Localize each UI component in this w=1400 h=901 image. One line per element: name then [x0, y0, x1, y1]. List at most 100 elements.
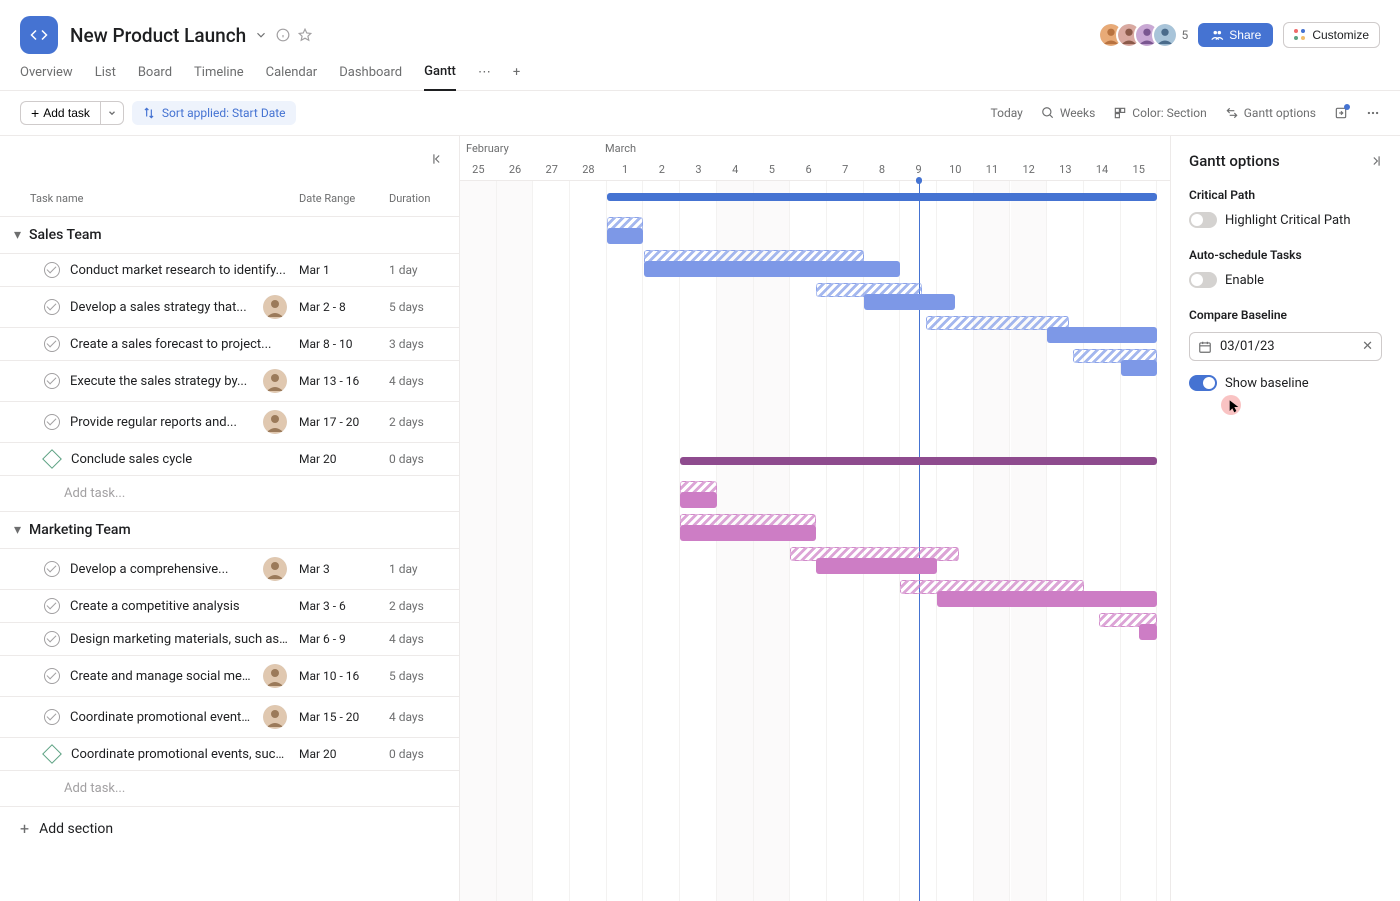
customize-label: Customize [1312, 28, 1369, 42]
task-row[interactable]: Create a competitive analysisMar 3 - 62 … [0, 590, 459, 623]
complete-check-icon[interactable] [44, 709, 60, 725]
task-row[interactable]: Create a sales forecast to project...Mar… [0, 328, 459, 361]
task-name: Conduct market research to identify... [70, 263, 299, 278]
add-task-inline[interactable]: Add task... [0, 476, 459, 512]
task-date-range: Mar 10 - 16 [299, 669, 389, 683]
tab-more-icon[interactable]: ⋯ [478, 65, 491, 90]
gantt-bar[interactable] [1047, 327, 1157, 343]
section-header[interactable]: ▾Sales Team [0, 217, 459, 254]
tab-gantt[interactable]: Gantt [424, 64, 456, 91]
sort-indicator[interactable]: Sort applied: Start Date [132, 101, 296, 125]
info-icon[interactable] [276, 28, 290, 42]
complete-check-icon[interactable] [44, 414, 60, 430]
task-duration: 0 days [389, 747, 459, 761]
complete-check-icon[interactable] [44, 668, 60, 684]
day-label: 4 [717, 163, 754, 176]
gantt-bar[interactable] [644, 261, 901, 277]
task-row[interactable]: Conduct market research to identify...Ma… [0, 254, 459, 287]
share-button[interactable]: Share [1198, 23, 1273, 47]
gantt-bar[interactable] [680, 492, 717, 508]
tab-board[interactable]: Board [138, 65, 172, 90]
add-task-button[interactable]: + Add task [20, 101, 100, 125]
day-label: 5 [754, 163, 791, 176]
task-date-range: Mar 8 - 10 [299, 337, 389, 351]
show-baseline-toggle[interactable] [1189, 375, 1217, 391]
tab-timeline[interactable]: Timeline [194, 65, 244, 90]
task-duration: 1 day [389, 562, 459, 576]
section-summary-bar[interactable] [680, 457, 1157, 465]
complete-check-icon[interactable] [44, 336, 60, 352]
task-row[interactable]: Coordinate promotional events,... Mar 15 … [0, 697, 459, 738]
complete-check-icon[interactable] [44, 373, 60, 389]
complete-check-icon[interactable] [44, 561, 60, 577]
tab-list[interactable]: List [95, 65, 116, 90]
task-name: Create a sales forecast to project... [70, 337, 299, 352]
task-name: Develop a sales strategy that... [70, 300, 263, 315]
section-header[interactable]: ▾Marketing Team [0, 512, 459, 549]
star-icon[interactable] [298, 28, 312, 42]
clear-date-icon[interactable]: ✕ [1362, 339, 1373, 354]
zoom-label: Weeks [1060, 106, 1095, 120]
complete-check-icon[interactable] [44, 598, 60, 614]
add-section-label: Add section [39, 821, 113, 837]
gantt-bar[interactable] [816, 558, 937, 574]
gantt-options-button[interactable]: Gantt options [1225, 106, 1316, 120]
auto-schedule-toggle[interactable] [1189, 272, 1217, 288]
milestone-icon[interactable] [42, 744, 62, 764]
assignee-avatar[interactable] [263, 369, 287, 393]
task-name: Conclude sales cycle [71, 452, 299, 467]
collapse-sidebar-icon[interactable] [0, 136, 459, 181]
tab-add-icon[interactable]: + [513, 65, 520, 90]
assignee-avatar[interactable] [263, 295, 287, 319]
assignee-avatar[interactable] [263, 410, 287, 434]
zoom-weeks[interactable]: Weeks [1041, 106, 1095, 120]
task-date-range: Mar 17 - 20 [299, 415, 389, 429]
add-task-inline[interactable]: Add task... [0, 771, 459, 807]
gantt-bar[interactable] [1139, 624, 1157, 640]
section-summary-bar[interactable] [607, 193, 1158, 201]
complete-check-icon[interactable] [44, 299, 60, 315]
baseline-date-picker[interactable]: 03/01/23 ✕ [1189, 332, 1382, 361]
critical-path-toggle[interactable] [1189, 212, 1217, 228]
assignee-avatar[interactable] [263, 664, 287, 688]
task-row[interactable]: Provide regular reports and...Mar 17 - 2… [0, 402, 459, 443]
tab-dashboard[interactable]: Dashboard [339, 65, 402, 90]
gantt-bar[interactable] [864, 294, 956, 310]
complete-check-icon[interactable] [44, 631, 60, 647]
milestone-icon[interactable] [42, 449, 62, 469]
gantt-bar[interactable] [937, 591, 1157, 607]
gantt-bar[interactable] [607, 228, 644, 244]
task-name: Coordinate promotional events,... [70, 710, 263, 725]
assignee-avatar[interactable] [263, 557, 287, 581]
chevron-down-icon[interactable] [254, 28, 268, 42]
add-section-button[interactable]: + Add section [0, 807, 459, 850]
customize-button[interactable]: Customize [1283, 22, 1380, 48]
assignee-avatar[interactable] [263, 705, 287, 729]
task-row[interactable]: Coordinate promotional events, such...Ma… [0, 738, 459, 771]
avatar-count: 5 [1182, 28, 1189, 42]
gantt-bar[interactable] [680, 525, 816, 541]
task-date-range: Mar 15 - 20 [299, 710, 389, 724]
task-row[interactable]: Create and manage social media...Mar 10 … [0, 656, 459, 697]
task-duration: 4 days [389, 710, 459, 724]
add-task-dropdown[interactable] [100, 101, 124, 125]
gantt-bar[interactable] [1121, 360, 1158, 376]
task-row[interactable]: Develop a sales strategy that...Mar 2 - … [0, 287, 459, 328]
complete-check-icon[interactable] [44, 262, 60, 278]
export-icon[interactable] [1334, 106, 1348, 120]
task-row[interactable]: Develop a comprehensive...Mar 31 day [0, 549, 459, 590]
task-date-range: Mar 3 - 6 [299, 599, 389, 613]
task-row[interactable]: Design marketing materials, such as...Ma… [0, 623, 459, 656]
project-title: New Product Launch [70, 24, 246, 47]
today-button[interactable]: Today [991, 106, 1023, 120]
expand-panel-icon[interactable] [1368, 154, 1382, 168]
task-row[interactable]: Execute the sales strategy by...Mar 13 -… [0, 361, 459, 402]
color-selector[interactable]: Color: Section [1113, 106, 1206, 120]
more-icon[interactable] [1366, 106, 1380, 121]
tab-overview[interactable]: Overview [20, 65, 73, 90]
task-name: Develop a comprehensive... [70, 562, 263, 577]
member-avatars[interactable]: 5 [1098, 22, 1189, 48]
task-row[interactable]: Conclude sales cycleMar 200 days [0, 443, 459, 476]
task-name: Coordinate promotional events, such... [71, 747, 299, 762]
tab-calendar[interactable]: Calendar [266, 65, 318, 90]
